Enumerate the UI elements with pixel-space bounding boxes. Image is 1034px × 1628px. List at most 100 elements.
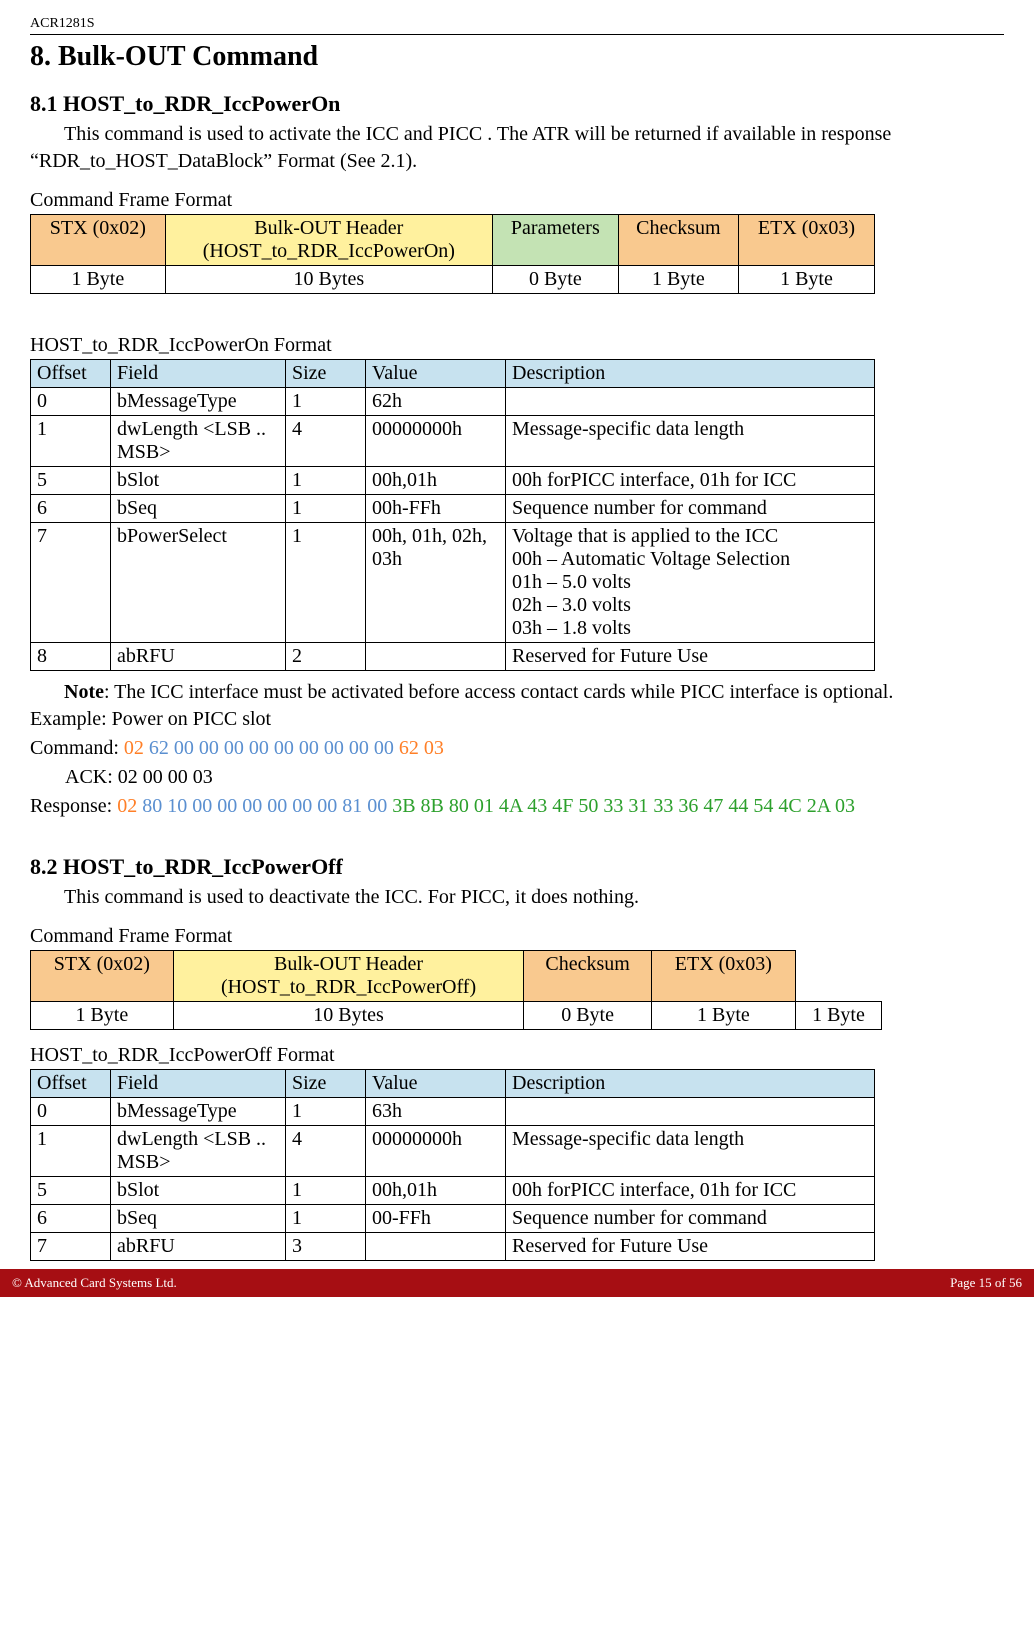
fmt2-h-size: Size [286,1070,366,1098]
table-cell: 0 [31,1098,111,1126]
table-cell: 00-FFh [366,1205,506,1233]
fmt-h-size: Size [286,360,366,388]
table-cell: Sequence number for command [506,1205,875,1233]
frame-table-8-2: STX (0x02) Bulk-OUT Header (HOST_to_RDR_… [30,950,882,1030]
fmt-h-desc: Description [506,360,875,388]
section-title: 8. Bulk-OUT Command [30,41,1004,73]
command-line: Command: 02 62 00 00 00 00 00 00 00 00 0… [30,735,1004,762]
command-label: Command: [30,737,124,759]
table-cell: 5 [31,467,111,495]
table-cell: 00h forPICC interface, 01h for ICC [506,467,875,495]
response-label: Response: [30,795,117,817]
frame-h-params: Parameters [492,215,618,266]
table-cell: Message-specific data length [506,416,875,467]
table-cell: Reserved for Future Use [506,1233,875,1261]
fmt2-h-field: Field [111,1070,286,1098]
frame-r-stx: 1 Byte [31,266,166,294]
frame-r-etx: 1 Byte [738,266,874,294]
table-cell: Message-specific data length [506,1126,875,1177]
command-stx: 02 [124,737,144,759]
subsection-8-1-heading: 8.1 HOST_to_RDR_IccPowerOn [30,91,1004,117]
table-cell: 63h [366,1098,506,1126]
footer-page: Page 15 of 56 [950,1275,1022,1291]
fmt2-h-offset: Offset [31,1070,111,1098]
frame2-r-bulk: 10 Bytes [173,1002,524,1030]
frame-h-bulk-l2: (HOST_to_RDR_IccPowerOn) [203,240,455,262]
frame-h-etx: ETX (0x03) [738,215,874,266]
fmt-h-field: Field [111,360,286,388]
table-cell [506,388,875,416]
frame2-r-etx: 1 Byte [795,1002,881,1030]
table-cell: Sequence number for command [506,495,875,523]
frame-caption-8-1: Command Frame Format [30,189,1004,212]
note-label: Note [64,681,104,703]
table-cell: 7 [31,523,111,643]
fmt-h-offset: Offset [31,360,111,388]
product-code: ACR1281S [30,16,1004,32]
frame2-h-chksum: Checksum [524,951,651,1002]
table-cell: 3 [286,1233,366,1261]
table-cell: abRFU [111,643,286,671]
subsection-8-1-body: This command is used to activate the ICC… [30,121,1004,175]
table-cell: 5 [31,1177,111,1205]
table-cell: Voltage that is applied to the ICC 00h –… [506,523,875,643]
table-cell: 00000000h [366,1126,506,1177]
fmt-caption-8-1: HOST_to_RDR_IccPowerOn Format [30,334,1004,357]
frame-r-params: 0 Byte [492,266,618,294]
table-cell: bMessageType [111,1098,286,1126]
example-line: Example: Power on PICC slot [30,706,1004,733]
frame-h-bulk: Bulk-OUT Header (HOST_to_RDR_IccPowerOn) [165,215,492,266]
frame2-r-chksum: 1 Byte [651,1002,795,1030]
command-body: 62 00 00 00 00 00 00 00 00 00 [149,737,394,759]
response-hdr: 80 10 00 00 00 00 00 00 81 00 [142,795,387,817]
command-tail: 62 03 [399,737,444,759]
table-cell: bPowerSelect [111,523,286,643]
response-line: Response: 02 80 10 00 00 00 00 00 00 81 … [30,793,1004,820]
frame2-r-params: 0 Byte [524,1002,651,1030]
ack-line: ACK: 02 00 00 03 [30,764,1004,791]
table-cell [366,643,506,671]
note-8-1: Note: The ICC interface must be activate… [64,681,1004,704]
table-cell: 2 [286,643,366,671]
table-cell: dwLength <LSB .. MSB> [111,416,286,467]
table-cell: 0 [31,388,111,416]
table-cell: 00000000h [366,416,506,467]
frame-h-stx: STX (0x02) [31,215,166,266]
table-cell: bSeq [111,1205,286,1233]
fmt-table-8-2: Offset Field Size Value Description 0bMe… [30,1069,875,1261]
table-cell: 4 [286,1126,366,1177]
table-cell: 00h, 01h, 02h, 03h [366,523,506,643]
frame-h-bulk-l1: Bulk-OUT Header [254,217,403,239]
table-cell: 8 [31,643,111,671]
frame2-h-bulk-l2: (HOST_to_RDR_IccPowerOff) [221,976,476,998]
table-cell: 00h,01h [366,467,506,495]
table-cell: dwLength <LSB .. MSB> [111,1126,286,1177]
table-cell: 7 [31,1233,111,1261]
response-body: 3B 8B 80 01 4A 43 4F 50 33 31 33 36 47 4… [392,795,855,817]
table-cell: 1 [286,495,366,523]
table-cell: abRFU [111,1233,286,1261]
table-cell: 6 [31,495,111,523]
response-stx: 02 [117,795,137,817]
header-divider [30,34,1004,35]
frame2-h-stx: STX (0x02) [31,951,174,1002]
table-cell: 1 [31,1126,111,1177]
frame2-h-bulk: Bulk-OUT Header (HOST_to_RDR_IccPowerOff… [173,951,524,1002]
table-cell: bSeq [111,495,286,523]
frame2-r-stx: 1 Byte [31,1002,174,1030]
subsection-8-2-heading: 8.2 HOST_to_RDR_IccPowerOff [30,854,1004,880]
frame-r-chksum: 1 Byte [618,266,738,294]
fmt-table-8-1: Offset Field Size Value Description 0bMe… [30,359,875,671]
frame-r-bulk: 10 Bytes [165,266,492,294]
table-cell [506,1098,875,1126]
table-cell: bSlot [111,467,286,495]
table-cell: 00h forPICC interface, 01h for ICC [506,1177,875,1205]
fmt2-h-value: Value [366,1070,506,1098]
table-cell: bSlot [111,1177,286,1205]
table-cell: Reserved for Future Use [506,643,875,671]
table-cell: bMessageType [111,388,286,416]
table-cell: 62h [366,388,506,416]
table-cell: 4 [286,416,366,467]
table-cell: 1 [31,416,111,467]
table-cell: 1 [286,1205,366,1233]
